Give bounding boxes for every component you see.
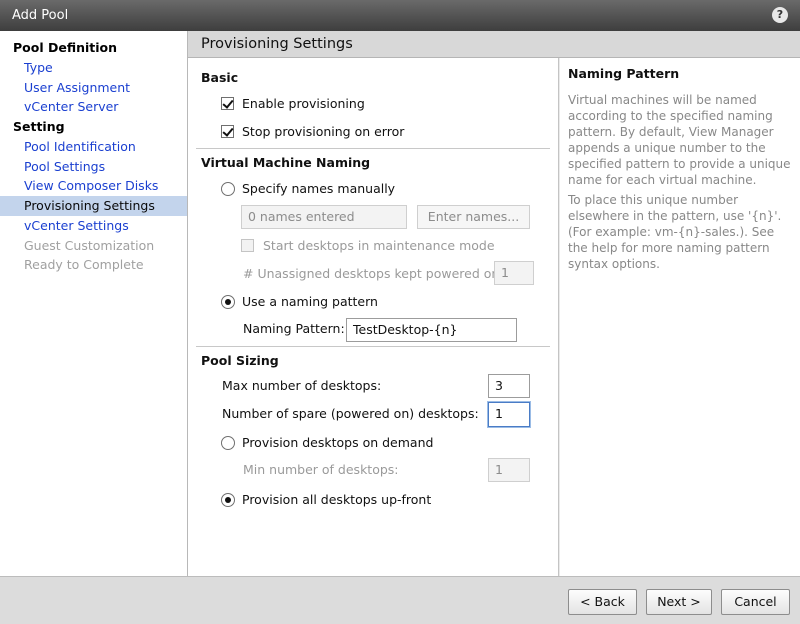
help-icon[interactable]: ? (772, 7, 788, 23)
page-title: Provisioning Settings (201, 36, 353, 52)
divider (196, 346, 550, 347)
info-description: Virtual machines will be named according… (568, 93, 791, 187)
specify-manually-label: Specify names manually (242, 181, 396, 196)
window-title: Add Pool (12, 8, 69, 23)
cancel-button[interactable]: Cancel (721, 589, 790, 615)
spare-desktops-label: Number of spare (powered on) desktops: (222, 406, 479, 421)
sidebar-item-view-composer-disks[interactable]: View Composer Disks (0, 176, 187, 196)
sidebar-item-pool-identification[interactable]: Pool Identification (0, 137, 187, 157)
info-example: To place this unique number elsewhere in… (568, 193, 782, 271)
divider (196, 148, 550, 149)
provision-on-demand-label: Provision desktops on demand (242, 435, 434, 450)
maintenance-mode-checkbox (241, 239, 254, 252)
info-title: Naming Pattern (568, 66, 680, 81)
enable-provisioning-checkbox[interactable] (221, 97, 234, 110)
unassigned-desktops-label: # Unassigned desktops kept powered on: (243, 266, 504, 281)
page-header: Provisioning Settings (188, 31, 800, 58)
use-naming-pattern-label: Use a naming pattern (242, 294, 378, 309)
naming-pattern-label: Naming Pattern: (243, 321, 345, 336)
wizard-sidebar: Pool Definition Type User Assignment vCe… (0, 31, 188, 576)
sidebar-item-vcenter-server[interactable]: vCenter Server (0, 97, 187, 117)
spare-desktops-input[interactable]: 1 (488, 402, 530, 427)
provision-upfront-radio[interactable] (221, 493, 235, 507)
sidebar-item-guest-customization: Guest Customization (24, 238, 155, 253)
next-button[interactable]: Next > (646, 589, 712, 615)
maintenance-mode-label: Start desktops in maintenance mode (263, 238, 495, 253)
stop-on-error-checkbox[interactable] (221, 125, 234, 138)
sidebar-item-vcenter-settings[interactable]: vCenter Settings (0, 216, 187, 236)
pool-sizing-section-title: Pool Sizing (201, 353, 279, 368)
unassigned-desktops-field: 1 (494, 261, 534, 285)
enter-names-button: Enter names... (417, 205, 530, 229)
sidebar-heading-setting: Setting (13, 119, 65, 134)
naming-section-title: Virtual Machine Naming (201, 155, 371, 170)
basic-section-title: Basic (201, 70, 239, 85)
max-desktops-input[interactable]: 3 (488, 374, 530, 398)
specify-manually-radio[interactable] (221, 182, 235, 196)
min-desktops-field: 1 (488, 458, 530, 482)
stop-on-error-label: Stop provisioning on error (242, 124, 405, 139)
sidebar-item-user-assignment[interactable]: User Assignment (0, 78, 187, 98)
use-naming-pattern-radio[interactable] (221, 295, 235, 309)
sidebar-item-ready-to-complete: Ready to Complete (24, 257, 144, 272)
max-desktops-label: Max number of desktops: (222, 378, 382, 393)
enable-provisioning-label: Enable provisioning (242, 96, 365, 111)
sidebar-item-type[interactable]: Type (0, 58, 187, 78)
min-desktops-label: Min number of desktops: (243, 462, 399, 477)
sidebar-item-pool-settings[interactable]: Pool Settings (0, 157, 187, 177)
naming-pattern-input[interactable]: TestDesktop-{n} (346, 318, 517, 342)
provisioning-form: Basic Enable provisioning Stop provision… (188, 58, 559, 576)
sidebar-heading-pool-definition: Pool Definition (13, 40, 118, 55)
title-bar: Add Pool ? (0, 0, 800, 31)
wizard-footer: < Back Next > Cancel (0, 576, 800, 624)
back-button[interactable]: < Back (568, 589, 637, 615)
sidebar-item-provisioning-settings[interactable]: Provisioning Settings (0, 196, 187, 216)
provision-on-demand-radio[interactable] (221, 436, 235, 450)
names-entered-field: 0 names entered (241, 205, 407, 229)
info-panel: Naming Pattern Virtual machines will be … (560, 58, 800, 576)
provision-upfront-label: Provision all desktops up-front (242, 492, 432, 507)
